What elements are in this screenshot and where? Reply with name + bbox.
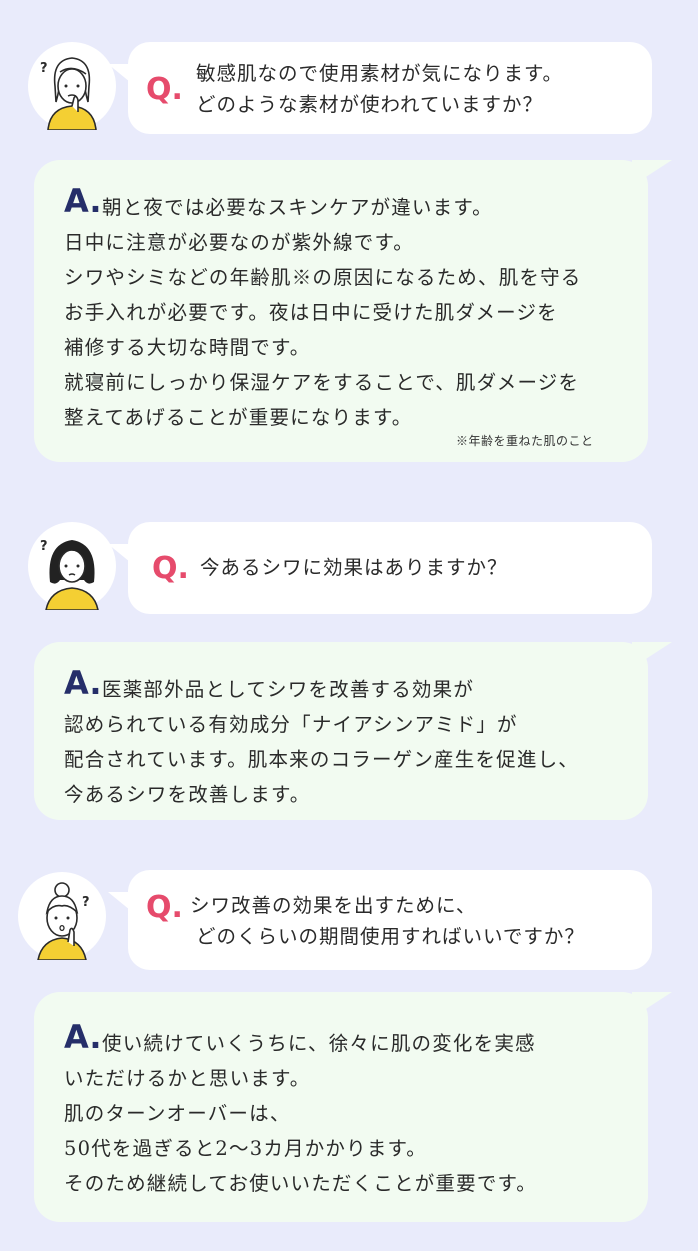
question-mark-label: Q. [146, 72, 183, 107]
answer-line: いただけるかと思います。 [64, 1067, 311, 1090]
answer-line: 認められている有効成分「ナイアシンアミド」が [64, 713, 518, 736]
answer-text: 朝と夜では必要なスキンケアが違います。 日中に注意が必要なのが紫外線です。 シワ… [64, 190, 582, 435]
svg-text:?: ? [40, 539, 48, 554]
answer-line: 医薬部外品としてシワを改善する効果が [102, 678, 475, 701]
answer-line: 今あるシワを改善します。 [64, 783, 311, 806]
question-line: シワ改善の効果を出すために、 [190, 894, 477, 917]
question-line: 今あるシワに効果はありますか？ [200, 556, 508, 579]
answer-text: 医薬部外品としてシワを改善する効果が 認められている有効成分「ナイアシンアミド」… [64, 672, 579, 812]
answer-line: そのため継続してお使いいただくことが重要です。 [64, 1172, 537, 1195]
answer-line: 朝と夜では必要なスキンケアが違います。 [102, 196, 493, 219]
answer-line: 使い続けていくうちに、徐々に肌の変化を実感 [102, 1032, 536, 1055]
answer-line: シワやシミなどの年齢肌※の原因になるため、肌を守る [64, 266, 582, 289]
answer-line: 配合されています。肌本来のコラーゲン産生を促進し、 [64, 748, 579, 771]
question-text: シワ改善の効果を出すために、 どのくらいの期間使用すればいいですか？ [190, 890, 585, 952]
answer-line: お手入れが必要です。夜は日中に受けた肌ダメージを [64, 301, 558, 324]
woman-wondering-icon: ? [28, 522, 116, 610]
svg-text:?: ? [82, 895, 90, 910]
question-line: 敏感肌なので使用素材が気になります。 [196, 62, 564, 85]
answer-line: 就寝前にしっかり保湿ケアをすることで、肌ダメージを [64, 371, 580, 394]
answer-line: 50代を過ぎると2〜3カ月かかります。 [64, 1137, 427, 1160]
question-line: どのような素材が使われていますか？ [196, 93, 543, 116]
woman-bun-thinking-icon: ? [18, 872, 106, 960]
question-text: 敏感肌なので使用素材が気になります。 どのような素材が使われていますか？ [196, 58, 563, 120]
answer-line: 肌のターンオーバーは、 [64, 1102, 291, 1125]
question-mark-label: Q. [152, 551, 189, 586]
woman-thinking-icon: ? [28, 42, 116, 130]
answer-text: 使い続けていくうちに、徐々に肌の変化を実感 いただけるかと思います。 肌のターン… [64, 1026, 537, 1201]
answer-line: 日中に注意が必要なのが紫外線です。 [64, 231, 414, 254]
footnote: ※年齢を重ねた肌のこと [456, 434, 594, 448]
question-text: 今あるシワに効果はありますか？ [200, 552, 508, 583]
svg-text:?: ? [40, 61, 48, 76]
answer-line: 整えてあげることが重要になります。 [64, 406, 413, 429]
question-line: どのくらいの期間使用すればいいですか？ [196, 925, 585, 948]
question-mark-label: Q. [146, 890, 183, 925]
answer-line: 補修する大切な時間です。 [64, 336, 311, 359]
